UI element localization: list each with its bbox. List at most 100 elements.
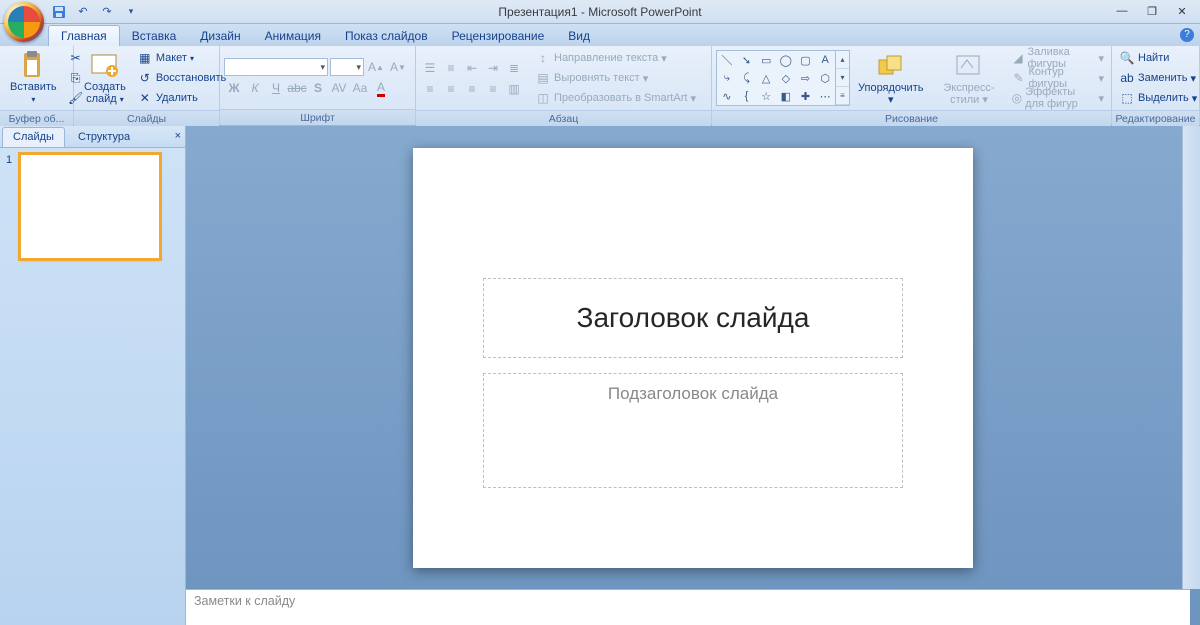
shape-curve-icon: ∿ [717,87,737,105]
shape-fill-button[interactable]: ◢Заливка фигуры ▾ [1009,48,1108,68]
tab-insert[interactable]: Вставка [120,26,189,46]
workspace: Слайды Структура × 1 Заголовок слайда По… [0,126,1200,625]
shape-outline-button[interactable]: ✎Контур фигуры ▾ [1009,68,1108,88]
group-paragraph-label: Абзац [416,110,711,126]
columns-button[interactable]: ▥ [504,80,524,98]
replace-icon: ab [1119,70,1135,86]
shrink-font-button[interactable]: A▼ [388,58,408,76]
group-clipboard-label: Буфер об... [0,110,73,126]
office-button[interactable] [4,2,44,42]
notes-pane[interactable]: Заметки к слайду [186,589,1190,625]
strike-button[interactable]: abc [287,79,307,97]
tab-animation[interactable]: Анимация [253,26,333,46]
font-family-select[interactable] [224,58,328,76]
slide: Заголовок слайда Подзаголовок слайда [413,148,973,568]
outline-icon: ✎ [1012,70,1026,86]
title-bar: ↶ ↷ ▾ Презентация1 - Microsoft PowerPoin… [0,0,1200,24]
italic-button[interactable]: К [245,79,265,97]
side-tabs: Слайды Структура × [0,126,185,148]
bullets-button[interactable]: ☰ [420,59,440,77]
outdent-button[interactable]: ⇤ [462,59,482,77]
justify-button[interactable]: ≡ [483,80,503,98]
group-clipboard: Вставить ▾ ✂ ⎘ 🖌 Буфер об... [0,46,74,125]
font-color-button[interactable]: A [371,79,391,97]
paste-label: Вставить [10,81,57,93]
smartart-button[interactable]: ◫Преобразовать в SmartArt ▾ [532,88,699,108]
align-center-button[interactable]: ≡ [441,80,461,98]
vertical-scrollbar[interactable] [1182,126,1200,589]
delete-button[interactable]: ✕Удалить [134,88,229,108]
group-font-label: Шрифт [220,109,415,125]
spacing-button[interactable]: AV [329,79,349,97]
find-button[interactable]: 🔍Найти [1116,48,1200,68]
subtitle-placeholder[interactable]: Подзаголовок слайда [483,373,903,488]
redo-icon[interactable]: ↷ [98,3,116,21]
font-size-select[interactable] [330,58,364,76]
tab-home[interactable]: Главная [48,25,120,46]
arrange-button[interactable]: Упорядочить ▾ [852,48,929,108]
tab-slideshow[interactable]: Показ слайдов [333,26,440,46]
new-slide-button[interactable]: Создать слайд ▾ [78,48,132,108]
qat-dropdown-icon[interactable]: ▾ [122,3,140,21]
side-tab-slides[interactable]: Слайды [2,127,65,147]
grow-font-button[interactable]: A▲ [366,58,386,76]
gallery-scroll[interactable]: ▴▾≡ [836,50,850,106]
shape-rrect-icon: ▢ [796,51,816,69]
group-slides: Создать слайд ▾ ▦Макет ▾ ↺Восстановить ✕… [74,46,220,125]
select-icon: ⬚ [1119,90,1135,106]
indent-button[interactable]: ⇥ [483,59,503,77]
close-button[interactable]: ✕ [1168,2,1196,20]
numbering-button[interactable]: ≡ [441,59,461,77]
text-direction-button[interactable]: ↕Направление текста ▾ [532,48,699,68]
title-placeholder[interactable]: Заголовок слайда [483,278,903,358]
change-case-button[interactable]: Aa [350,79,370,97]
bold-button[interactable]: Ж [224,79,244,97]
tab-review[interactable]: Рецензирование [440,26,557,46]
shape-diamond-icon: ◇ [776,69,796,87]
layout-button[interactable]: ▦Макет ▾ [134,48,229,68]
side-tab-outline[interactable]: Структура [67,127,141,147]
align-left-button[interactable]: ≡ [420,80,440,98]
tab-design[interactable]: Дизайн [188,26,252,46]
save-icon[interactable] [50,3,68,21]
linespacing-button[interactable]: ≣ [504,59,524,77]
reset-button[interactable]: ↺Восстановить [134,68,229,88]
shape-bracket-icon: { [737,87,757,105]
shape-callout-icon: ◧ [776,87,796,105]
align-right-button[interactable]: ≡ [462,80,482,98]
layout-icon: ▦ [137,50,153,66]
undo-icon[interactable]: ↶ [74,3,92,21]
reset-icon: ↺ [137,70,153,86]
shape-more-icon: ⋯ [815,87,835,105]
slide-thumbnail[interactable]: 1 [6,154,179,259]
tab-view[interactable]: Вид [556,26,602,46]
help-icon[interactable]: ? [1180,28,1194,42]
side-close-icon[interactable]: × [175,130,181,142]
align-text-icon: ▤ [535,70,551,86]
shape-text-icon: A [815,51,835,69]
quick-styles-button[interactable]: Экспресс-стили ▾ [931,48,1006,108]
shape-tri-icon: △ [756,69,776,87]
align-text-button[interactable]: ▤Выровнять текст ▾ [532,68,699,88]
shape-hex-icon: ⬡ [815,69,835,87]
minimize-button[interactable]: — [1108,2,1136,20]
smartart-icon: ◫ [535,90,551,106]
select-button[interactable]: ⬚Выделить ▾ [1116,88,1200,108]
replace-button[interactable]: abЗаменить ▾ [1116,68,1200,88]
maximize-button[interactable]: ❐ [1138,2,1166,20]
shape-star-icon: ☆ [756,87,776,105]
shape-ellipse-icon: ◯ [776,51,796,69]
slide-canvas[interactable]: Заголовок слайда Подзаголовок слайда [186,126,1200,589]
underline-button[interactable]: Ч [266,79,286,97]
quick-access-toolbar: ↶ ↷ ▾ [50,3,140,21]
paste-button[interactable]: Вставить ▾ [4,48,63,108]
shape-effects-button[interactable]: ◎Эффекты для фигур ▾ [1009,88,1108,108]
fill-icon: ◢ [1012,50,1025,66]
shape-line-icon: ＼ [717,51,737,69]
shapes-gallery[interactable]: ＼➘▭◯▢A ⤷⤹△◇⇨⬡ ∿{☆◧✚⋯ [716,50,836,106]
thumbnail-list: 1 [0,148,185,625]
shadow-button[interactable]: S [308,79,328,97]
shape-plus-icon: ✚ [796,87,816,105]
delete-icon: ✕ [137,90,153,106]
slide-panel: Слайды Структура × 1 [0,126,186,625]
